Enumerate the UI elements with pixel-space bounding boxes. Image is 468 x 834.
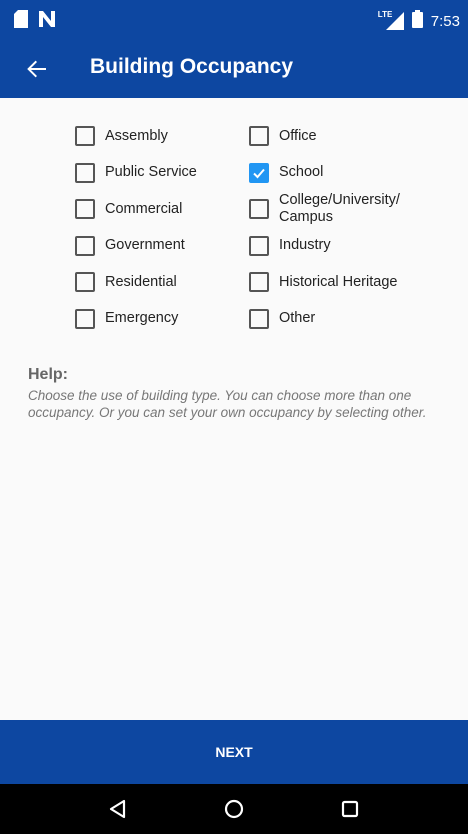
occupancy-option-label: Industry xyxy=(279,237,331,254)
occupancy-option[interactable]: School xyxy=(249,155,400,192)
nav-home-button[interactable] xyxy=(222,797,246,821)
nav-recents-button[interactable] xyxy=(338,797,362,821)
checkbox[interactable] xyxy=(75,199,95,220)
occupancy-option-label: Emergency xyxy=(105,310,179,327)
occupancy-option[interactable]: Historical Heritage xyxy=(249,264,400,301)
checkbox-checked[interactable] xyxy=(249,162,269,183)
checkbox[interactable] xyxy=(249,126,269,147)
status-time: 7:53 xyxy=(430,12,460,30)
occupancy-option-label: College/University/ Campus xyxy=(279,192,400,226)
occupancy-option[interactable]: Commercial xyxy=(75,191,197,228)
occupancy-option-label: Residential xyxy=(105,273,177,290)
occupancy-option[interactable]: Office xyxy=(249,118,400,155)
checkmark-icon xyxy=(253,168,265,179)
occupancy-option[interactable]: College/University/ Campus xyxy=(249,191,400,228)
occupancy-form: Assembly Public Service Commercial Governme… xyxy=(0,98,468,720)
page-title: Building Occupancy xyxy=(90,55,294,78)
checkbox[interactable] xyxy=(249,235,269,256)
nav-back-button[interactable] xyxy=(106,797,130,821)
help-text: Choose the use of building type. You can… xyxy=(28,388,427,420)
checkbox[interactable] xyxy=(75,235,95,256)
occupancy-option[interactable]: Government xyxy=(75,228,197,265)
recents-square-icon xyxy=(338,800,362,825)
back-button[interactable] xyxy=(20,52,54,86)
checkbox[interactable] xyxy=(249,199,269,220)
occupancy-option[interactable]: Residential xyxy=(75,264,197,301)
occupancy-option-label: Other xyxy=(279,310,316,327)
next-button[interactable]: NEXT xyxy=(0,720,468,784)
status-bar: LTE 7:53 xyxy=(0,0,468,40)
occupancy-option-label: Public Service xyxy=(105,164,197,181)
occupancy-option[interactable]: Emergency xyxy=(75,301,197,338)
occupancy-option-label: Office xyxy=(279,127,317,144)
occupancy-option[interactable]: Other xyxy=(249,301,400,338)
occupancy-option[interactable]: Public Service xyxy=(75,155,197,192)
navigation-bar xyxy=(0,784,468,834)
n-notification-icon xyxy=(38,11,56,32)
help-title: Help: xyxy=(28,366,68,383)
occupancy-option-label: Historical Heritage xyxy=(279,273,398,290)
checkbox[interactable] xyxy=(75,272,95,293)
right-checkbox-column: Office School College/University/ Campus In… xyxy=(249,118,400,337)
occupancy-option-label: School xyxy=(279,164,324,181)
occupancy-option-label: Commercial xyxy=(105,200,183,217)
arrow-back-icon xyxy=(20,60,54,90)
left-checkbox-column: Assembly Public Service Commercial Governme… xyxy=(75,118,197,337)
checkbox[interactable] xyxy=(75,308,95,329)
home-circle-icon xyxy=(222,799,246,825)
app-bar: Building Occupancy xyxy=(0,40,468,98)
checkbox[interactable] xyxy=(75,126,95,147)
sd-card-icon xyxy=(14,10,28,33)
checkbox[interactable] xyxy=(75,162,95,183)
checkbox[interactable] xyxy=(249,272,269,293)
battery-icon xyxy=(411,10,423,32)
occupancy-option-label: Assembly xyxy=(105,127,168,144)
back-triangle-icon xyxy=(106,799,130,825)
network-type-label: LTE xyxy=(377,10,393,19)
occupancy-option[interactable]: Industry xyxy=(249,228,400,265)
lte-signal-icon: LTE xyxy=(377,10,404,30)
occupancy-option[interactable]: Assembly xyxy=(75,118,197,155)
occupancy-option-label: Government xyxy=(105,237,185,254)
checkbox[interactable] xyxy=(249,308,269,329)
